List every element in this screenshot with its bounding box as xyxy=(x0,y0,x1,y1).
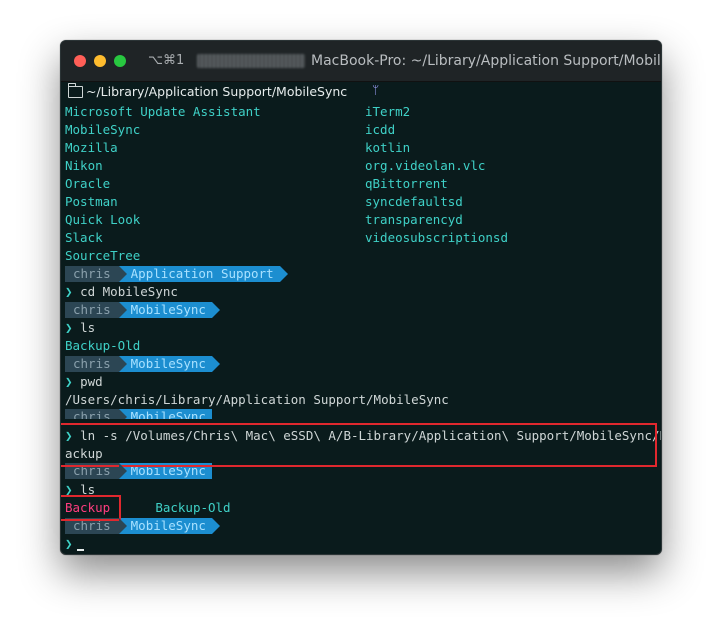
prompt-segment: chris MobileSync xyxy=(65,409,212,419)
highlight-box-backup xyxy=(61,495,121,521)
git-branch-icon: ᛘ xyxy=(372,83,380,97)
tab-shortcut: ⌥⌘1 xyxy=(148,53,185,68)
current-path: ~/Library/Application Support/MobileSync xyxy=(86,84,348,99)
list-item: Slack videosubscriptionsd xyxy=(65,230,508,245)
prompt-segment: chris Application Support xyxy=(65,265,288,283)
prompt-dir: MobileSync xyxy=(118,302,221,318)
command-line: ❯ cd MobileSync xyxy=(65,284,178,299)
text-cursor xyxy=(76,549,84,551)
input-line[interactable]: ❯ xyxy=(65,535,84,553)
list-item: Nikon org.videolan.vlc xyxy=(65,158,486,173)
close-button[interactable] xyxy=(74,55,86,67)
command-output: /Users/chris/Library/Application Support… xyxy=(65,392,449,407)
prompt-dir: MobileSync xyxy=(118,356,221,372)
zoom-button[interactable] xyxy=(114,55,126,67)
prompt-dir: Application Support xyxy=(118,266,288,282)
highlight-box-ln-command xyxy=(61,423,657,467)
list-item: SourceTree xyxy=(65,248,141,263)
command-line: ❯ pwd xyxy=(65,374,103,389)
list-item: MobileSync icdd xyxy=(65,122,396,137)
window-title: MacBook-Pro: ~/Library/Application Suppo… xyxy=(311,53,662,69)
prompt-segment: chris MobileSync xyxy=(65,301,221,319)
prompt-user: chris xyxy=(65,409,127,419)
list-item: Mozilla kotlin xyxy=(65,140,411,155)
prompt-dir: MobileSync xyxy=(118,409,212,419)
list-item: Quick Look transparencyd xyxy=(65,212,463,227)
command-line: ❯ ls xyxy=(65,320,96,335)
list-item: Microsoft Update Assistant iTerm2 xyxy=(65,104,411,119)
list-item: Postman syncdefaultsd xyxy=(65,194,463,209)
command-output: Backup-Old xyxy=(65,338,141,353)
list-item: Oracle qBittorrent xyxy=(65,176,448,191)
prompt-segment: chris MobileSync xyxy=(65,355,221,373)
prompt-user: chris xyxy=(65,302,127,318)
folder-icon xyxy=(67,83,83,98)
prompt-dir: MobileSync xyxy=(118,518,221,534)
minimize-button[interactable] xyxy=(94,55,106,67)
prompt-user: chris xyxy=(65,356,127,372)
blurred-hostname xyxy=(197,54,305,68)
path-bar: ~/Library/Application Support/MobileSync… xyxy=(61,81,661,103)
prompt-user: chris xyxy=(65,266,127,282)
terminal-window: ⌥⌘1 MacBook-Pro: ~/Library/Application S… xyxy=(60,40,662,555)
title-bar: ⌥⌘1 MacBook-Pro: ~/Library/Application S… xyxy=(61,41,661,82)
